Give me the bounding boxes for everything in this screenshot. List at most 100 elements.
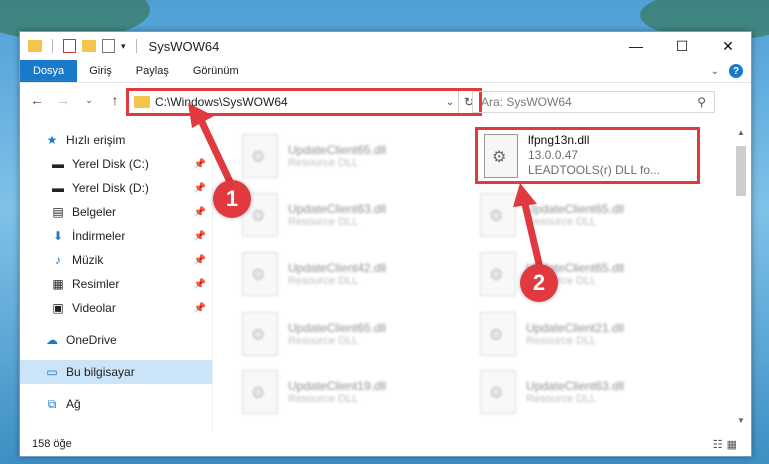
tab-view[interactable]: Görünüm <box>181 60 251 82</box>
divider <box>52 39 53 53</box>
sidebar-item-label: Hızlı erişim <box>66 133 126 147</box>
file-type: Resource DLL <box>526 216 597 228</box>
file-tile[interactable]: UpdateClient65.dll Resource DLL <box>480 246 710 302</box>
sidebar-item-label: Ağ <box>66 397 81 411</box>
videos-icon: ▣ <box>52 301 64 315</box>
file-name: UpdateClient21.dll <box>526 321 625 335</box>
pin-icon[interactable]: 📌 <box>194 255 206 266</box>
search-icon: ⚲ <box>697 95 706 109</box>
recent-locations-icon[interactable]: ⌄ <box>80 95 98 106</box>
properties-icon[interactable] <box>63 39 76 53</box>
callout-badge-2: 2 <box>520 264 558 302</box>
sidebar-item-label: Yerel Disk (C:) <box>72 157 149 171</box>
back-arrow-icon[interactable]: ← <box>28 92 46 108</box>
file-tile[interactable]: UpdateClient65.dll Resource DLL <box>480 187 710 243</box>
minimize-button[interactable]: — <box>613 32 659 60</box>
dll-file-icon <box>242 134 278 178</box>
address-bar[interactable]: C:\Windows\SysWOW64 ⌄ ↻ <box>126 88 482 116</box>
up-arrow-icon[interactable]: ↑ <box>106 92 124 108</box>
search-placeholder: Ara: SysWOW64 <box>481 95 572 109</box>
sidebar-item-downloads[interactable]: ⬇ İndirmeler 📌 <box>20 224 212 248</box>
cloud-icon: ☁ <box>46 333 58 347</box>
highlighted-file-tile[interactable]: lfpng13n.dll 13.0.0.47 LEADTOOLS(r) DLL … <box>475 127 700 184</box>
search-input[interactable]: Ara: SysWOW64 ⚲ <box>472 91 715 113</box>
sidebar-item-documents[interactable]: ▤ Belgeler 📌 <box>20 200 212 224</box>
new-folder-icon[interactable] <box>82 40 96 52</box>
scroll-up-icon[interactable]: ▲ <box>734 126 748 140</box>
scroll-thumb[interactable] <box>736 146 746 196</box>
view-toggle-icons[interactable]: ☷▦ <box>713 438 741 451</box>
file-tile[interactable]: UpdateClient63.dll Resource DLL <box>480 364 710 420</box>
sidebar-item-local-disk-c[interactable]: ▬ Yerel Disk (C:) 📌 <box>20 152 212 176</box>
pictures-icon: ▦ <box>52 277 64 291</box>
file-tile[interactable]: UpdateClient21.dll Resource DLL <box>480 306 710 362</box>
chevron-down-icon[interactable]: ⌄ <box>711 66 719 77</box>
scroll-down-icon[interactable]: ▼ <box>734 414 748 428</box>
file-name: UpdateClient63.dll <box>526 379 625 393</box>
file-name: UpdateClient65.dll <box>526 202 625 216</box>
help-icon[interactable]: ? <box>729 64 743 78</box>
folder-icon[interactable] <box>28 40 42 52</box>
tab-share[interactable]: Paylaş <box>124 60 181 82</box>
file-name: lfpng13n.dll <box>528 133 590 147</box>
address-path[interactable]: C:\Windows\SysWOW64 <box>155 95 442 109</box>
callout-badge-1: 1 <box>213 180 251 218</box>
chevron-down-icon[interactable]: ▾ <box>121 41 126 52</box>
file-type: Resource DLL <box>526 393 597 405</box>
sidebar-item-label: İndirmeler <box>72 229 126 243</box>
file-tile[interactable]: UpdateClient65.dll Resource DLL <box>242 306 472 362</box>
maximize-button[interactable]: ☐ <box>659 32 705 60</box>
folder-icon <box>134 96 150 108</box>
sidebar-item-network[interactable]: ⧉ Ağ <box>20 392 212 416</box>
file-tile[interactable]: UpdateClient42.dll Resource DLL <box>242 246 472 302</box>
pin-icon[interactable]: 📌 <box>194 279 206 290</box>
file-name: UpdateClient65.dll <box>288 143 387 157</box>
sidebar-item-label: Resimler <box>72 277 120 291</box>
file-name: UpdateClient65.dll <box>288 321 387 335</box>
drive-icon: ▬ <box>52 157 64 171</box>
sidebar-item-label: Bu bilgisayar <box>66 365 135 379</box>
sidebar-item-music[interactable]: ♪ Müzik 📌 <box>20 248 212 272</box>
sidebar-item-local-disk-d[interactable]: ▬ Yerel Disk (D:) 📌 <box>20 176 212 200</box>
network-icon: ⧉ <box>47 397 57 411</box>
close-button[interactable]: ✕ <box>705 32 751 60</box>
view-options-icon[interactable] <box>102 39 115 53</box>
pin-icon[interactable]: 📌 <box>194 183 206 194</box>
dll-file-icon <box>242 370 278 414</box>
sidebar-item-this-pc[interactable]: ▭ Bu bilgisayar <box>20 360 212 384</box>
drive-icon: ▬ <box>52 181 64 195</box>
forward-arrow-icon[interactable]: → <box>54 92 72 108</box>
title-bar: ▾ SysWOW64 — ☐ ✕ <box>20 32 751 60</box>
navigation-pane: ★ Hızlı erişim ▬ Yerel Disk (C:) 📌 ▬ Yer… <box>20 126 212 426</box>
file-tile[interactable]: UpdateClient65.dll Resource DLL <box>242 128 472 184</box>
sidebar-item-label: Videolar <box>72 301 116 315</box>
sidebar-item-quick-access[interactable]: ★ Hızlı erişim <box>20 128 212 152</box>
dll-file-icon <box>480 252 516 296</box>
window-title: SysWOW64 <box>148 38 220 54</box>
item-count: 158 öğe <box>32 438 72 450</box>
sidebar-item-onedrive[interactable]: ☁ OneDrive <box>20 328 212 352</box>
pin-icon[interactable]: 📌 <box>194 207 206 218</box>
dll-file-icon <box>480 312 516 356</box>
file-tile[interactable]: UpdateClient63.dll Resource DLL <box>242 187 472 243</box>
vertical-scrollbar[interactable]: ▲ ▼ <box>734 126 748 428</box>
tab-home[interactable]: Giriş <box>77 60 124 82</box>
pin-icon[interactable]: 📌 <box>194 159 206 170</box>
sidebar-item-pictures[interactable]: ▦ Resimler 📌 <box>20 272 212 296</box>
pin-icon[interactable]: 📌 <box>194 303 206 314</box>
music-icon: ♪ <box>55 253 61 267</box>
sidebar-item-label: Müzik <box>72 253 104 267</box>
dll-file-icon <box>242 312 278 356</box>
tab-file[interactable]: Dosya <box>20 60 78 82</box>
pane-divider[interactable] <box>212 126 213 432</box>
sidebar-item-videos[interactable]: ▣ Videolar 📌 <box>20 296 212 320</box>
file-type: Resource DLL <box>288 157 359 169</box>
divider <box>135 39 137 53</box>
file-tile[interactable]: UpdateClient19.dll Resource DLL <box>242 364 472 420</box>
chevron-down-icon[interactable]: ⌄ <box>442 97 458 108</box>
file-version: 13.0.0.47 <box>528 148 579 162</box>
pin-icon[interactable]: 📌 <box>194 231 206 242</box>
file-type: Resource DLL <box>288 216 359 228</box>
explorer-window: ▾ SysWOW64 — ☐ ✕ Dosya Giriş Paylaş Görü… <box>19 31 752 457</box>
documents-icon: ▤ <box>52 205 64 219</box>
